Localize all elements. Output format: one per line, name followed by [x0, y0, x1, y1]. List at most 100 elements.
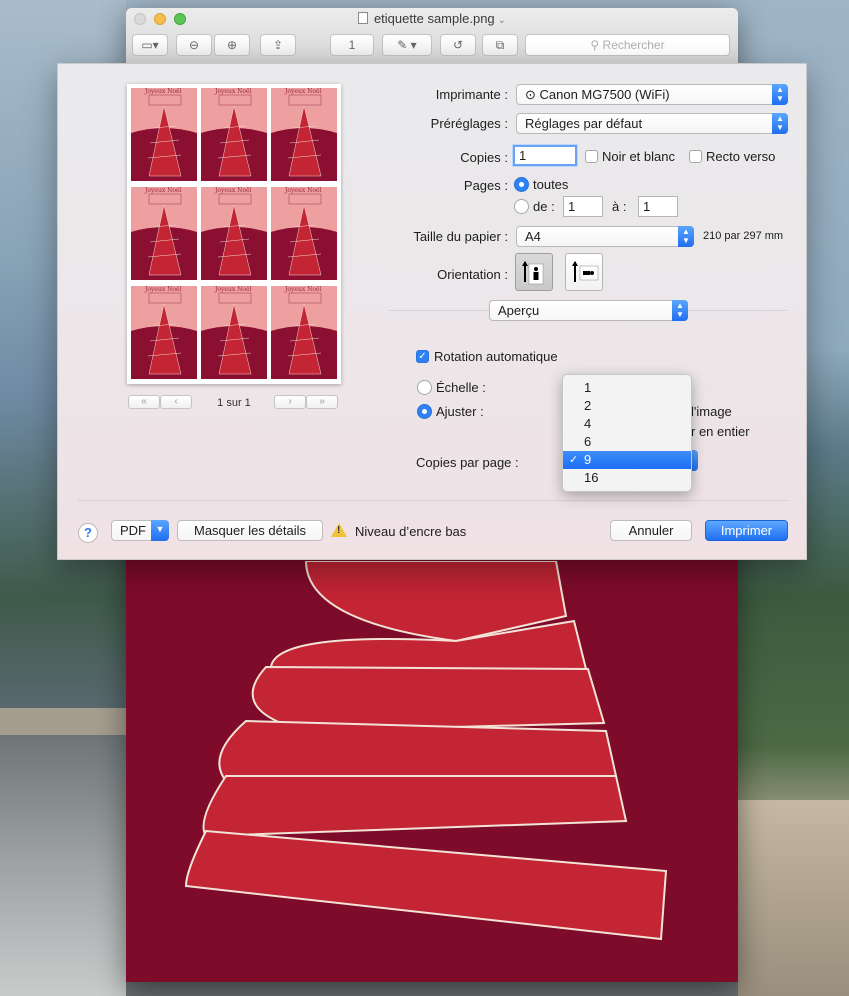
pages-label: Pages : [463, 178, 508, 193]
orientation-label: Orientation : [437, 267, 508, 282]
wallpaper-road [0, 735, 126, 996]
sidebar-icon: ▭▾ [141, 38, 159, 52]
copies-per-page-menu: 1 2 4 6 ✓ 9 16 [562, 374, 692, 492]
paper-size-popup[interactable]: A4 ▲ ▼ [516, 226, 694, 247]
cancel-button[interactable]: Annuler [610, 520, 692, 541]
next-page-button[interactable]: › [274, 395, 306, 409]
print-button[interactable]: Imprimer [705, 520, 788, 541]
duplex-label: Recto verso [706, 149, 776, 164]
zoom-out-button[interactable]: ⊖ [176, 34, 212, 56]
toolbox-button[interactable]: ⧉ [482, 34, 518, 56]
pen-icon: ✎ ▾ [397, 38, 417, 52]
copies-label: Copies : [460, 150, 508, 165]
sidebar-button[interactable]: ▭▾ [132, 34, 168, 56]
ink-level-warning: Niveau d’encre bas [355, 524, 467, 539]
share-button[interactable]: ⇪ [260, 34, 296, 56]
menu-item-9[interactable]: ✓ 9 [563, 451, 691, 469]
window-titlebar: etiquette sample.png ⌄ ▭▾ ⊖ ⊕ ⇪ 1 ✎ ▾ ↺ ⧉… [126, 8, 738, 68]
portrait-icon [522, 261, 544, 285]
paper-dimensions: 210 par 297 mm [703, 230, 784, 242]
toolbox-icon: ⧉ [495, 38, 505, 52]
pages-to-label: à : [612, 199, 627, 214]
zoom-in-icon: ⊕ [226, 38, 238, 52]
search-icon: ⚲ [590, 38, 603, 52]
rotate-icon: ↺ [452, 38, 464, 52]
wallpaper-stone-wall-right [738, 800, 849, 996]
pages-from-label: de : [533, 199, 555, 214]
first-page-button[interactable]: « [128, 395, 160, 409]
label-thumbnail: Joyeux Noël [271, 88, 337, 181]
presets-popup[interactable]: Réglages par défaut ▲ ▼ [516, 113, 788, 134]
zoom-out-icon: ⊖ [188, 38, 200, 52]
print-preview-page: Joyeux Noël Joyeux Noël Joyeux Noël Joyeux … [127, 84, 341, 384]
label-thumbnail: Joyeux Noël [201, 187, 267, 280]
pages-to-field[interactable]: 1 [638, 196, 678, 217]
warning-icon: ! [331, 523, 347, 537]
copies-field[interactable]: 1 [513, 145, 577, 166]
chevron-down-icon: ▼ [151, 520, 169, 541]
previous-page-button[interactable]: ‹ [160, 395, 192, 409]
landscape-icon [572, 261, 599, 282]
popup-arrows-icon: ▲▼ [672, 300, 688, 321]
fit-entire-option[interactable]: r en entier [691, 424, 750, 439]
hide-details-button[interactable]: Masquer les détails [177, 520, 323, 541]
label-title: Joyeux Noël [285, 187, 322, 194]
menu-item-6[interactable]: 6 [563, 433, 691, 451]
zoom-in-button[interactable]: ⊕ [214, 34, 250, 56]
double-chevron-right-icon: » [319, 396, 325, 407]
auto-rotate-checkbox[interactable]: ✓ [416, 350, 429, 363]
auto-rotate-label: Rotation automatique [434, 349, 558, 364]
popup-arrows-icon: ▲▼ [772, 84, 788, 105]
popup-arrows-icon: ▲▼ [678, 226, 694, 247]
duplex-checkbox[interactable] [689, 150, 702, 163]
paper-size-label: Taille du papier : [413, 229, 508, 244]
menu-item-16[interactable]: 16 [563, 469, 691, 487]
menu-item-4[interactable]: 4 [563, 415, 691, 433]
wallpaper-stone-wall [0, 708, 126, 738]
window-title[interactable]: etiquette sample.png ⌄ [126, 11, 738, 26]
markup-button[interactable]: ✎ ▾ [382, 34, 432, 56]
checkmark-icon: ✓ [418, 351, 427, 362]
menu-item-2[interactable]: 2 [563, 397, 691, 415]
rotate-button[interactable]: ↺ [440, 34, 476, 56]
label-thumbnail: Joyeux Noël [131, 286, 197, 379]
presets-label: Préréglages : [430, 116, 508, 131]
print-dialog: Joyeux Noël Joyeux Noël Joyeux Noël Joyeux … [57, 63, 807, 560]
fit-label: Ajuster : [436, 404, 484, 419]
menu-item-1[interactable]: 1 [563, 379, 691, 397]
help-button[interactable]: ? [78, 523, 98, 543]
pages-range-radio[interactable] [514, 199, 529, 214]
fit-radio[interactable] [417, 404, 432, 419]
scale-radio[interactable] [417, 380, 432, 395]
printer-popup[interactable]: ⊙ Canon MG7500 (WiFi) ▲ ▼ [516, 84, 788, 105]
label-thumbnail: Joyeux Noël [131, 88, 197, 181]
label-title: Joyeux Noël [145, 88, 182, 95]
black-white-checkbox[interactable] [585, 150, 598, 163]
last-page-button[interactable]: » [306, 395, 338, 409]
share-icon: ⇪ [272, 38, 284, 52]
label-title: Joyeux Noël [285, 88, 322, 95]
search-field[interactable]: ⚲ Rechercher [525, 34, 730, 56]
landscape-button[interactable] [565, 253, 603, 291]
document-icon [357, 12, 368, 24]
label-thumbnail: Joyeux Noël [201, 286, 267, 379]
section-popup[interactable]: Aperçu ▲ ▼ [489, 300, 688, 321]
fit-image-option[interactable]: l'image [691, 404, 732, 419]
checkmark-icon: ✓ [569, 454, 579, 466]
black-white-label: Noir et blanc [602, 149, 675, 164]
label-title: Joyeux Noël [215, 88, 252, 95]
pdf-menu-button[interactable]: PDF ▼ [111, 520, 169, 541]
page-field[interactable]: 1 [330, 34, 374, 56]
chevron-down-icon: ⌄ [497, 15, 507, 26]
scale-label: Échelle : [436, 380, 486, 395]
portrait-button[interactable] [515, 253, 553, 291]
label-thumbnail: Joyeux Noël [201, 88, 267, 181]
copies-per-page-label: Copies par page : [416, 455, 519, 470]
popup-arrows-icon: ▲▼ [772, 113, 788, 134]
pages-from-field[interactable]: 1 [563, 196, 603, 217]
pages-all-radio[interactable] [514, 177, 529, 192]
chevron-left-icon: ‹ [174, 396, 178, 407]
printer-icon: ⊙ [525, 87, 540, 102]
label-title: Joyeux Noël [215, 286, 252, 293]
double-chevron-left-icon: « [141, 396, 147, 407]
